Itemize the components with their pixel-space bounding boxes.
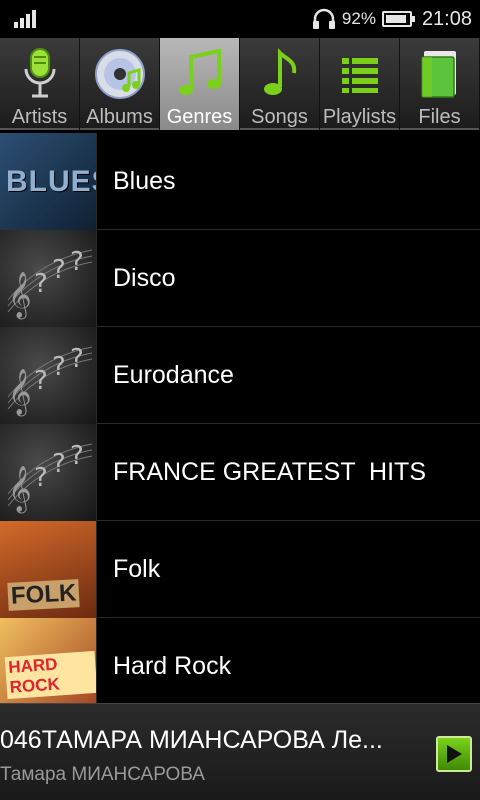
genre-label: Eurodance [113, 360, 234, 389]
music-notes-icon [170, 44, 230, 104]
tab-label: Playlists [322, 106, 397, 128]
genre-label: Disco [113, 263, 176, 292]
svg-text:?: ? [34, 269, 48, 299]
genre-thumbnail: FOLK [0, 520, 97, 618]
tab-artists[interactable]: Artists [0, 38, 80, 130]
tab-label: Songs [251, 106, 308, 128]
genre-label: Folk [113, 554, 161, 583]
music-note-icon [250, 44, 310, 104]
svg-text:𝄞: 𝄞 [8, 369, 32, 417]
list-icon [330, 44, 390, 104]
unknown-genre-icon: 𝄞 ? ? ? [0, 326, 97, 424]
list-item[interactable]: HARD ROCK Hard Rock [0, 617, 480, 703]
genre-label: Hard Rock [113, 651, 232, 680]
tab-genres[interactable]: Genres [160, 38, 240, 130]
folder-icon [410, 44, 470, 104]
now-playing-title: 046ТАМАРА МИАНСАРОВА Ле... [0, 726, 383, 754]
now-playing-artist: Тамара МИАНСАРОВА [0, 764, 205, 785]
tab-label: Genres [166, 106, 233, 128]
now-playing-bar[interactable]: 046ТАМАРА МИАНСАРОВА Ле... Тамара МИАНСА… [0, 703, 480, 800]
play-button[interactable] [436, 736, 472, 772]
genre-list: BLUES Blues 𝄞 ? ? ? Disco 𝄞 ? [0, 133, 480, 703]
genre-thumbnail: BLUES [0, 133, 97, 230]
list-item[interactable]: 𝄞 ? ? ? Disco [0, 229, 480, 327]
unknown-genre-icon: 𝄞 ? ? ? [0, 229, 97, 327]
tab-label: Artists [11, 106, 68, 128]
svg-text:?: ? [52, 352, 66, 382]
list-item[interactable]: FOLK Folk [0, 520, 480, 618]
thumbnail-text: BLUES [6, 164, 96, 198]
svg-text:?: ? [70, 441, 84, 471]
svg-text:?: ? [34, 463, 48, 493]
tab-bar: Artists Albums Genres Songs Playlists Fi… [0, 38, 480, 130]
genre-thumbnail: HARD ROCK [0, 617, 97, 703]
genre-label: FRANCE GREATEST HITS [113, 457, 427, 486]
list-item[interactable]: BLUES Blues [0, 133, 480, 230]
svg-text:?: ? [70, 247, 84, 277]
svg-text:?: ? [34, 366, 48, 396]
microphone-icon [10, 44, 70, 104]
list-item[interactable]: 𝄞 ? ? ? Eurodance [0, 326, 480, 424]
status-right: 92% 21:08 [312, 0, 472, 38]
headphones-icon [312, 8, 335, 29]
svg-text:?: ? [52, 449, 66, 479]
tab-label: Albums [86, 106, 153, 128]
svg-text:𝄞: 𝄞 [8, 272, 32, 320]
tab-files[interactable]: Files [400, 38, 480, 130]
tab-playlists[interactable]: Playlists [320, 38, 400, 130]
svg-text:𝄞: 𝄞 [8, 466, 32, 514]
clock: 21:08 [421, 7, 472, 30]
svg-text:?: ? [70, 344, 84, 374]
battery-icon [381, 11, 415, 27]
play-icon [447, 745, 462, 763]
list-item[interactable]: 𝄞 ? ? ? FRANCE GREATEST HITS [0, 423, 480, 521]
status-bar: 92% 21:08 [0, 0, 480, 38]
genre-label: Blues [113, 166, 176, 195]
tab-label: Files [418, 106, 461, 128]
battery-percent: 92% [341, 9, 376, 28]
tab-songs[interactable]: Songs [240, 38, 320, 130]
signal-icon [14, 8, 40, 28]
tab-albums[interactable]: Albums [80, 38, 160, 130]
unknown-genre-icon: 𝄞 ? ? ? [0, 423, 97, 521]
thumbnail-text: FOLK [7, 578, 81, 611]
disc-icon [90, 44, 150, 104]
svg-text:?: ? [52, 255, 66, 285]
thumbnail-text: HARD ROCK [4, 650, 96, 699]
